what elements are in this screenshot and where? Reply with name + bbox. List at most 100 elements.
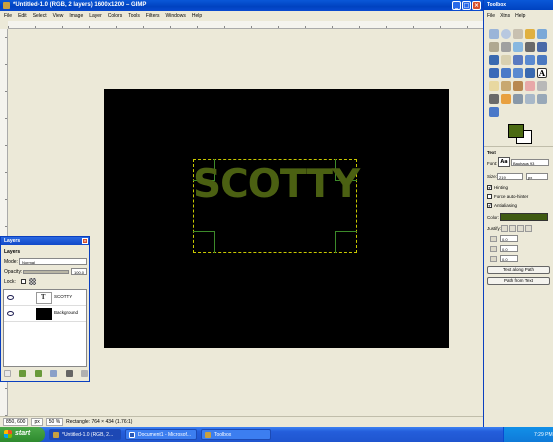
antialiasing-option[interactable]: Antialiasing xyxy=(487,203,517,209)
menu-select[interactable]: Select xyxy=(33,13,47,21)
shear-tool[interactable] xyxy=(537,55,547,65)
taskbar-item-gimp[interactable]: *Untitled-1.0 (RGB, 2... xyxy=(49,429,121,440)
ellipse-select-tool[interactable] xyxy=(501,29,511,39)
heal-tool[interactable] xyxy=(513,94,523,104)
size-unit-dropdown[interactable]: px xyxy=(526,173,548,180)
horizontal-ruler[interactable] xyxy=(8,21,483,29)
smudge-tool[interactable] xyxy=(537,94,547,104)
color-select-tool[interactable] xyxy=(537,29,547,39)
opacity-input[interactable]: 100.0 xyxy=(71,268,87,275)
crop-tool[interactable] xyxy=(501,55,511,65)
font-name-input[interactable]: Bauhaus 93 xyxy=(511,159,549,166)
font-preview-button[interactable]: Aa xyxy=(498,157,510,167)
pencil-tool[interactable] xyxy=(501,81,511,91)
foreground-color-swatch[interactable] xyxy=(508,124,524,138)
justify-center-button[interactable] xyxy=(517,225,524,232)
handle-bottom-left[interactable] xyxy=(193,231,215,253)
rect-select-tool[interactable] xyxy=(489,29,499,39)
justify-fill-button[interactable] xyxy=(525,225,532,232)
menu-filters[interactable]: Filters xyxy=(146,13,160,21)
lower-layer-button[interactable] xyxy=(34,370,42,377)
menu-image[interactable]: Image xyxy=(69,13,83,21)
visibility-eye-icon[interactable] xyxy=(7,295,14,300)
blur-tool[interactable] xyxy=(525,94,535,104)
menu-file[interactable]: File xyxy=(4,13,12,21)
text-tool-alt[interactable] xyxy=(513,68,523,78)
text-along-path-button[interactable]: Text along Path xyxy=(487,266,550,274)
menu-edit[interactable]: Edit xyxy=(18,13,27,21)
toolbox-menu-xtns[interactable]: Xtns xyxy=(500,13,510,19)
paintbrush-tool[interactable] xyxy=(513,81,523,91)
clock[interactable]: 7:29 PM xyxy=(534,432,553,438)
menu-colors[interactable]: Colors xyxy=(108,13,122,21)
layers-close-button[interactable]: × xyxy=(82,238,88,244)
blend-tool[interactable] xyxy=(489,81,499,91)
letter-spacing-input[interactable]: 0.0 xyxy=(500,255,518,262)
text-tool[interactable]: A xyxy=(537,68,547,78)
layer-list: T SCOTTY Background xyxy=(3,289,87,367)
hinting-option[interactable]: Hinting xyxy=(487,185,508,191)
line-spacing-input[interactable]: 0.0 xyxy=(500,245,518,252)
layer-row-background[interactable]: Background xyxy=(4,306,86,322)
free-select-tool[interactable] xyxy=(513,29,523,39)
new-layer-button[interactable] xyxy=(4,370,11,377)
handle-bottom-right[interactable] xyxy=(335,231,357,253)
opacity-value: 100.0 xyxy=(74,270,85,275)
measure-tool[interactable] xyxy=(537,42,547,52)
menu-bar: File Edit Select View Image Layer Colors… xyxy=(0,11,483,21)
indent-input[interactable]: 0.0 xyxy=(500,235,518,242)
scale-tool[interactable] xyxy=(525,55,535,65)
force-autohinter-option[interactable]: Force auto-hinter xyxy=(487,194,528,200)
flip-tool[interactable] xyxy=(501,68,511,78)
text-color-button[interactable] xyxy=(500,213,548,221)
menu-help[interactable]: Help xyxy=(192,13,202,21)
eraser-tool[interactable] xyxy=(525,81,535,91)
fuzzy-select-tool[interactable] xyxy=(525,29,535,39)
dodge-burn-tool[interactable] xyxy=(489,107,499,117)
mode-dropdown[interactable]: Normal xyxy=(19,258,87,265)
toolbox-menu-file[interactable]: File xyxy=(487,13,495,19)
layer-name: SCOTTY xyxy=(54,294,73,299)
paths-tool[interactable] xyxy=(501,42,511,52)
justify-right-button[interactable] xyxy=(509,225,516,232)
layer-row-scotty[interactable]: T SCOTTY xyxy=(4,290,86,306)
menu-view[interactable]: View xyxy=(53,13,64,21)
anchor-layer-button[interactable] xyxy=(65,370,73,377)
hinting-checkbox[interactable] xyxy=(487,185,492,191)
maximize-button[interactable]: □ xyxy=(462,1,471,10)
unit-selector[interactable]: px xyxy=(31,418,43,426)
antialiasing-checkbox[interactable] xyxy=(487,203,492,209)
rotate-tool[interactable] xyxy=(513,55,523,65)
minimize-button[interactable]: _ xyxy=(452,1,461,10)
lock-pixels-checkbox[interactable] xyxy=(21,279,26,284)
menu-layer[interactable]: Layer xyxy=(89,13,102,21)
toolbox-menu-help[interactable]: Help xyxy=(515,13,525,19)
duplicate-layer-button[interactable] xyxy=(50,370,58,377)
move-tool[interactable] xyxy=(489,55,499,65)
justify-left-button[interactable] xyxy=(501,225,508,232)
zoom-selector[interactable]: 50 % xyxy=(45,418,64,426)
start-button[interactable]: start xyxy=(0,427,45,442)
menu-windows[interactable]: Windows xyxy=(166,13,186,21)
clone-tool[interactable] xyxy=(501,94,511,104)
taskbar-item-toolbox[interactable]: Toolbox xyxy=(201,429,271,440)
close-button[interactable]: × xyxy=(472,1,481,10)
zoom-tool[interactable] xyxy=(525,42,535,52)
ink-tool[interactable] xyxy=(489,94,499,104)
size-input[interactable]: 219 xyxy=(497,173,523,180)
menu-tools[interactable]: Tools xyxy=(128,13,140,21)
text-layer-scotty[interactable]: SCOTTY xyxy=(193,162,360,208)
path-from-text-button[interactable]: Path from Text xyxy=(487,277,550,285)
raise-layer-button[interactable] xyxy=(19,370,27,377)
delete-layer-button[interactable] xyxy=(80,370,88,377)
airbrush-tool[interactable] xyxy=(537,81,547,91)
scissors-tool[interactable] xyxy=(489,42,499,52)
bucket-fill-tool[interactable] xyxy=(525,68,535,78)
visibility-eye-icon[interactable] xyxy=(7,311,14,316)
color-picker-tool[interactable] xyxy=(513,42,523,52)
opacity-slider[interactable] xyxy=(23,270,69,274)
taskbar-item-word[interactable]: Document1 - Microsof... xyxy=(125,429,197,440)
perspective-tool[interactable] xyxy=(489,68,499,78)
force-autohinter-checkbox[interactable] xyxy=(487,194,492,200)
windows-taskbar: start *Untitled-1.0 (RGB, 2... Document1… xyxy=(0,427,553,442)
